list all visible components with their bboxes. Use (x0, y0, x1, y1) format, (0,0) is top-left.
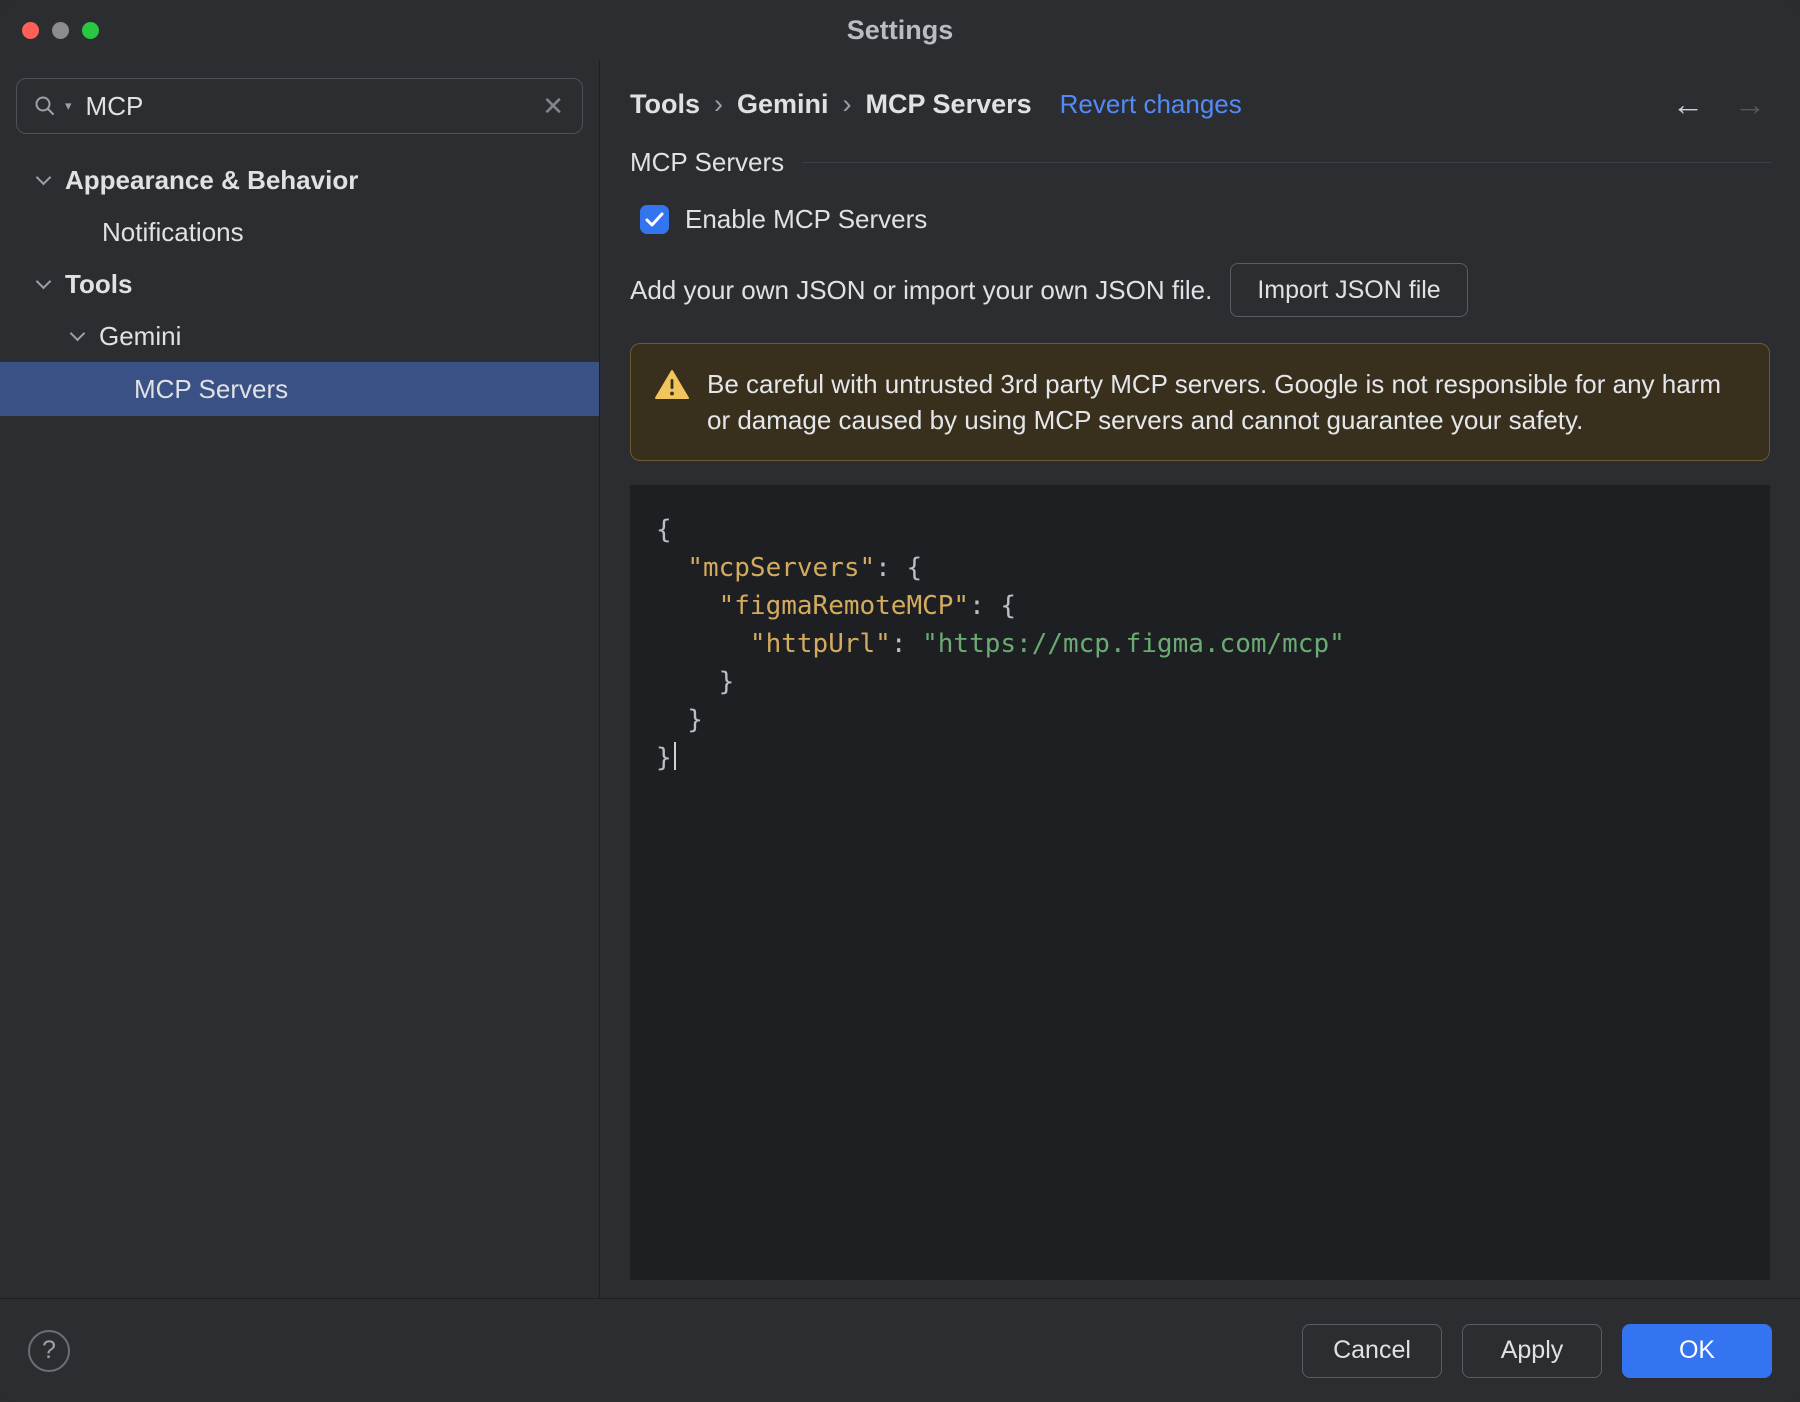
cancel-button[interactable]: Cancel (1302, 1323, 1442, 1378)
sidebar-item-label: Notifications (102, 216, 244, 247)
search-clear-icon[interactable]: ✕ (540, 91, 566, 122)
code-token: : { (969, 591, 1017, 621)
warning-icon (655, 370, 689, 399)
zoom-button[interactable] (82, 21, 99, 39)
sidebar-item-label: Appearance & Behavior (65, 164, 359, 195)
breadcrumb-gemini[interactable]: Gemini (737, 89, 829, 120)
section-divider (802, 162, 1772, 163)
code-token: { (656, 515, 672, 545)
help-button[interactable]: ? (28, 1329, 70, 1372)
settings-tree: Appearance & Behavior Notifications Tool… (0, 148, 599, 416)
breadcrumb-mcp-servers: MCP Servers (865, 89, 1032, 119)
settings-content: Tools › Gemini › MCP Servers Revert chan… (600, 60, 1800, 1298)
breadcrumb-tools[interactable]: Tools (630, 89, 700, 120)
sidebar-item-label: Gemini (99, 320, 182, 351)
code-line: "httpUrl": "https://mcp.figma.com/mcp" (656, 625, 1750, 663)
search-box[interactable]: ▾ ✕ (16, 78, 583, 134)
minimize-button[interactable] (52, 21, 69, 39)
code-line: "figmaRemoteMCP": { (656, 587, 1750, 625)
search-input[interactable] (85, 90, 533, 122)
forward-arrow-icon: → (1734, 86, 1766, 122)
sidebar-item-mcp-servers[interactable]: MCP Servers (0, 362, 599, 416)
dialog-footer: ? Cancel Apply OK (0, 1298, 1800, 1402)
sidebar-item-label: MCP Servers (134, 373, 289, 404)
code-token: } (656, 743, 672, 773)
sidebar-item-tools[interactable]: Tools (0, 258, 599, 310)
text-cursor (673, 742, 676, 770)
import-row: Add your own JSON or import your own JSO… (630, 263, 1772, 317)
titlebar: Settings (0, 0, 1800, 60)
ok-button[interactable]: OK (1622, 1323, 1772, 1378)
warning-banner: Be careful with untrusted 3rd party MCP … (630, 343, 1770, 461)
sidebar-item-label: Tools (65, 268, 133, 299)
warning-text: Be careful with untrusted 3rd party MCP … (707, 369, 1721, 435)
footer-buttons: Cancel Apply OK (1302, 1323, 1772, 1378)
chevron-down-icon[interactable] (35, 273, 52, 289)
code-token: "figmaRemoteMCP" (718, 591, 970, 621)
sidebar-item-notifications[interactable]: Notifications (0, 206, 599, 258)
search-options-icon[interactable]: ▾ (65, 98, 72, 114)
import-description: Add your own JSON or import your own JSO… (630, 274, 1213, 305)
settings-sidebar: ▾ ✕ Appearance & Behavior Notifications … (0, 60, 600, 1298)
sidebar-item-gemini[interactable]: Gemini (0, 310, 599, 362)
code-token: } (656, 667, 735, 697)
breadcrumb: Tools › Gemini › MCP Servers Revert chan… (630, 86, 1772, 123)
json-editor[interactable]: { "mcpServers": { "figmaRemoteMCP": { "h… (630, 485, 1770, 1280)
page-title: MCP Servers (630, 147, 785, 177)
code-token: "https://mcp.figma.com/mcp" (922, 629, 1345, 659)
code-line: } (656, 663, 1750, 701)
window-controls (22, 0, 99, 60)
revert-changes-link[interactable]: Revert changes (1060, 89, 1242, 120)
chevron-down-icon[interactable] (35, 169, 52, 185)
close-button[interactable] (22, 21, 39, 39)
code-token: "mcpServers" (687, 553, 876, 583)
code-token: : { (875, 553, 923, 583)
history-nav: ← → (1672, 86, 1772, 123)
settings-window: Settings ▾ ✕ Appearance & Behavior (0, 0, 1800, 1402)
code-token: } (656, 705, 703, 735)
code-token: : (890, 629, 923, 659)
breadcrumb-separator-icon: › (842, 89, 852, 119)
apply-button[interactable]: Apply (1462, 1323, 1602, 1378)
code-line: "mcpServers": { (656, 549, 1750, 587)
sidebar-item-appearance-behavior[interactable]: Appearance & Behavior (0, 154, 599, 206)
breadcrumb-separator-icon: › (714, 89, 723, 119)
code-line: } (656, 739, 1750, 777)
import-json-button[interactable]: Import JSON file (1230, 263, 1468, 317)
code-token: "httpUrl" (749, 629, 891, 659)
window-title: Settings (846, 14, 954, 45)
chevron-down-icon[interactable] (69, 325, 86, 341)
enable-mcp-row[interactable]: Enable MCP Servers (630, 204, 1772, 235)
enable-mcp-label: Enable MCP Servers (685, 204, 928, 234)
checkmark-icon (645, 212, 664, 227)
enable-mcp-checkbox[interactable] (640, 205, 669, 234)
code-line: } (656, 701, 1750, 739)
back-arrow-icon[interactable]: ← (1672, 86, 1704, 123)
code-line: { (656, 511, 1750, 549)
help-icon: ? (42, 1336, 56, 1364)
search-wrap: ▾ ✕ (0, 60, 599, 148)
section-header: MCP Servers (630, 147, 1772, 178)
search-icon (35, 96, 54, 115)
